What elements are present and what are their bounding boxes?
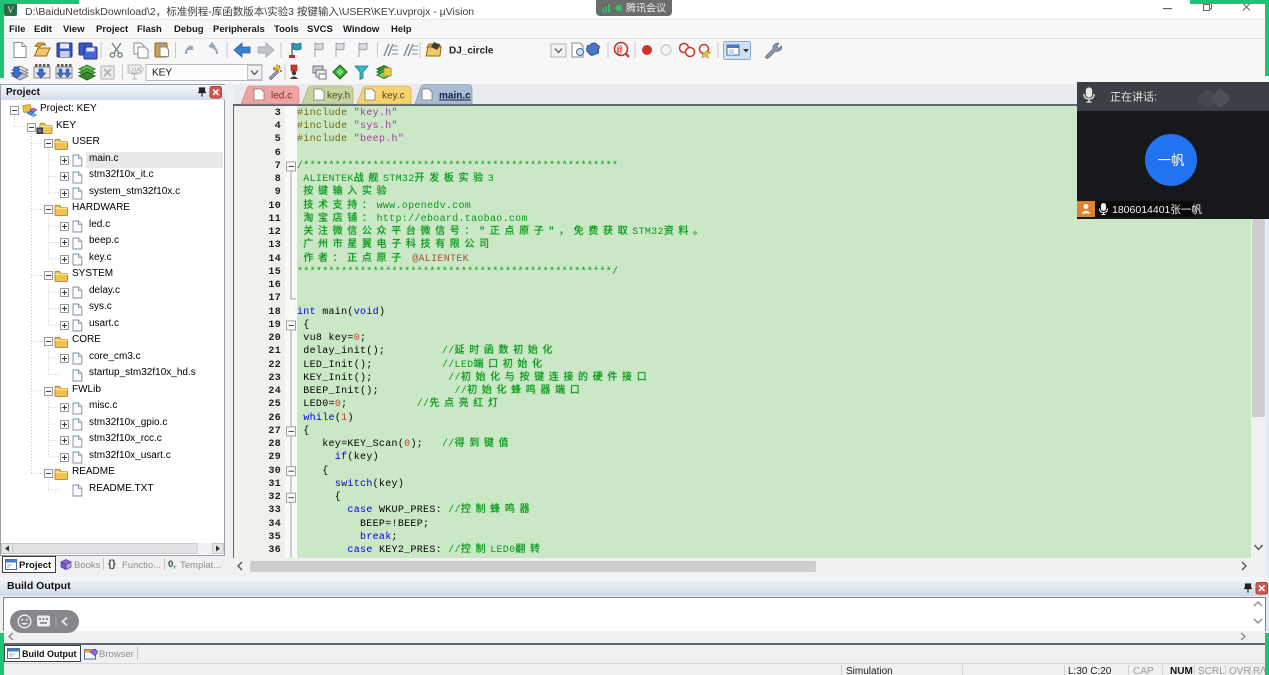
svg-text:DJ_circle: DJ_circle <box>449 46 494 57</box>
svg-text:LOAD: LOAD <box>129 68 144 74</box>
svg-text:led.c: led.c <box>271 91 292 102</box>
svg-text:正在讲话:: 正在讲话: <box>1110 90 1157 104</box>
svg-text:腾讯会议: 腾讯会议 <box>626 2 666 15</box>
svg-text:key.h: key.h <box>327 91 350 102</box>
svg-text:@: @ <box>617 45 623 57</box>
svg-text:一帆: 一帆 <box>1158 153 1186 168</box>
svg-text:key.c: key.c <box>382 91 405 102</box>
svg-text:KEY: KEY <box>152 68 172 79</box>
svg-text:1806014401张一帆: 1806014401张一帆 <box>1112 203 1202 216</box>
svg-text:V: V <box>7 5 14 15</box>
svg-text:main.c: main.c <box>439 91 471 102</box>
